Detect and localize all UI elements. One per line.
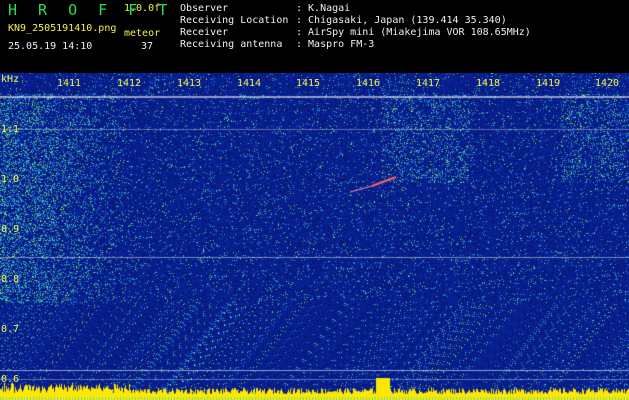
minute-tick: 1411 (57, 78, 82, 89)
y-tick: 0.6 (1, 374, 20, 385)
hrofft-screen: H R O F F T 1.0.0f KN9_2505191410.png me… (0, 0, 629, 400)
info-value-antenna: : Maspro FM-3 (296, 39, 375, 50)
minute-tick: 1416 (356, 78, 381, 89)
file-name: KN9_2505191410.png (8, 23, 117, 34)
y-tick: 0.8 (1, 274, 20, 285)
minute-tick: 1412 (117, 78, 142, 89)
capture-datetime: 25.05.19 14:10 (8, 41, 93, 52)
minute-axis: 1411 1412 1413 1414 1415 1416 1417 1418 … (0, 73, 629, 91)
minute-tick: 1413 (177, 78, 202, 89)
info-value-location: : Chigasaki, Japan (139.414 35.340) (296, 15, 507, 26)
y-tick: 0.7 (1, 324, 20, 335)
minute-tick: 1417 (416, 78, 441, 89)
info-label-receiver: Receiver (180, 27, 229, 38)
minute-tick: 1420 (595, 78, 620, 89)
minute-tick: 1415 (296, 78, 321, 89)
app-version: 1.0.0f (124, 3, 161, 14)
info-label-observer: Observer (180, 3, 229, 14)
info-value-receiver: : AirSpy mini (Miakejima VOR 108.65MHz) (296, 27, 531, 38)
y-tick: 1.1 (1, 124, 20, 135)
info-label-location: Receiving Location (180, 15, 289, 26)
header-panel: H R O F F T 1.0.0f KN9_2505191410.png me… (0, 0, 629, 73)
info-label-antenna: Receiving antenna (180, 39, 283, 50)
minute-tick: 1414 (237, 78, 262, 89)
y-axis-unit: kHz (1, 74, 20, 85)
minute-tick: 1419 (536, 78, 561, 89)
y-tick: 0.9 (1, 224, 20, 235)
spectrogram-canvas (0, 73, 629, 400)
minute-tick: 1418 (476, 78, 501, 89)
info-value-observer: : K.Nagai (296, 3, 351, 14)
meteor-count: 37 (141, 41, 154, 52)
y-tick: 1.0 (1, 174, 20, 185)
meteor-label: meteor (124, 28, 161, 39)
